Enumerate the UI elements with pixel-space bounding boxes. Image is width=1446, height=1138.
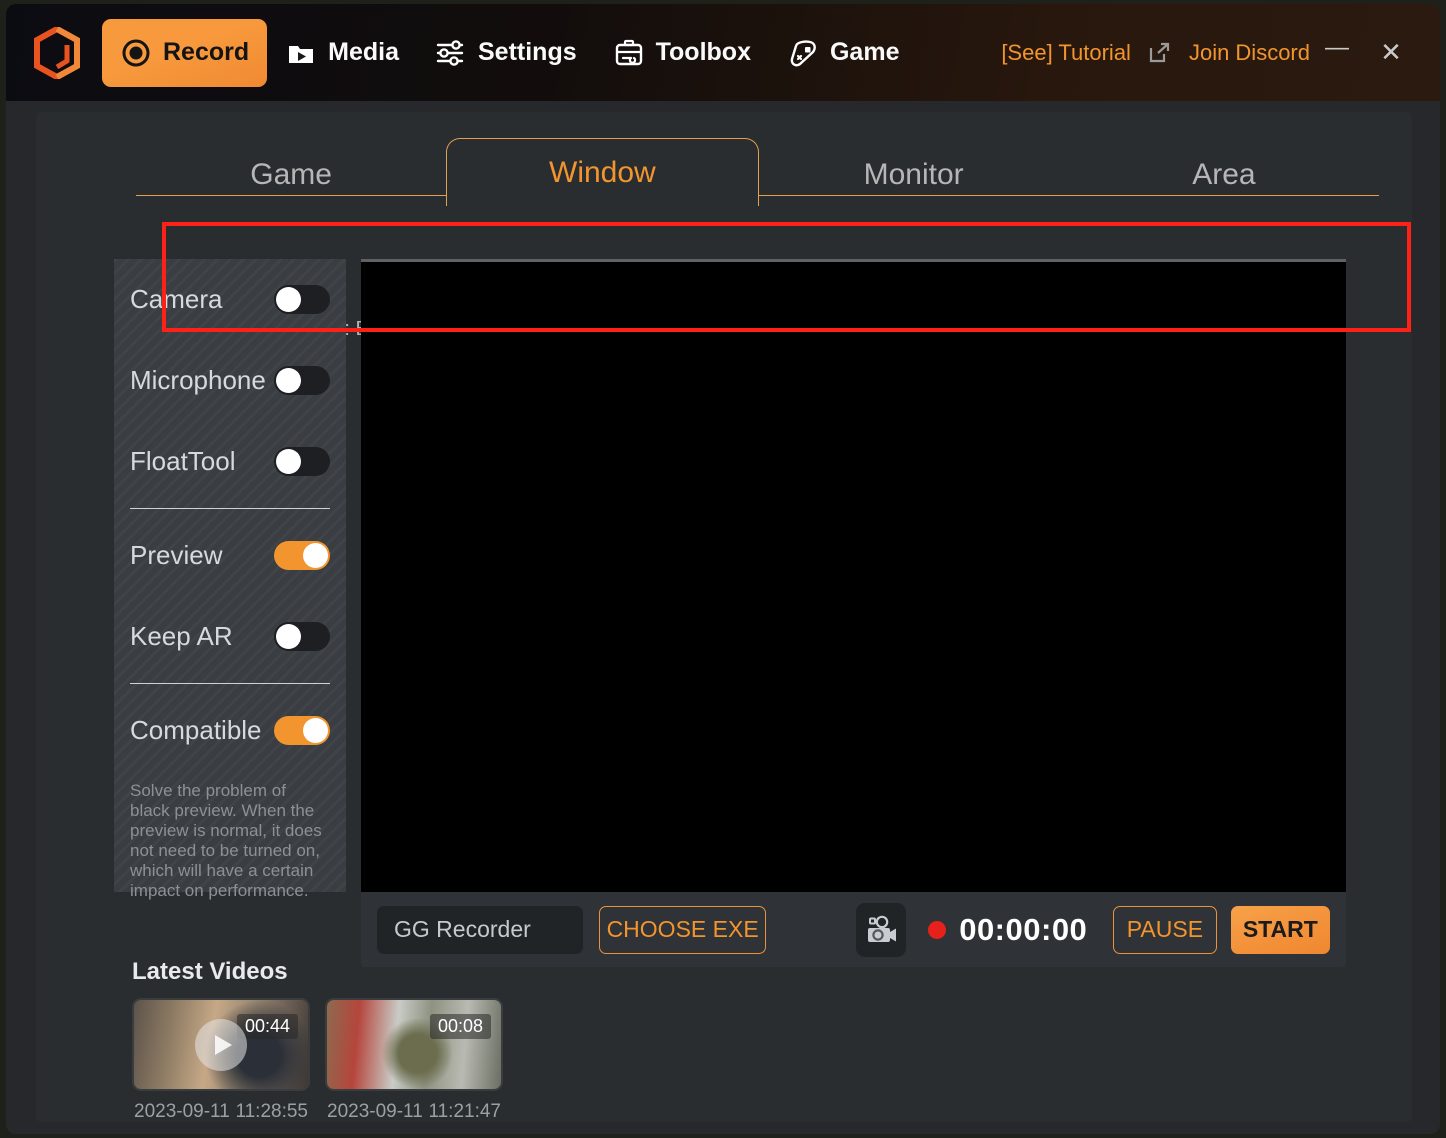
toggle-row-compatible: Compatible — [130, 690, 330, 771]
toggle-compatible[interactable] — [274, 716, 330, 745]
choose-exe-button[interactable]: CHOOSE EXE — [599, 906, 767, 954]
compatible-hint: Solve the problem of black preview. When… — [130, 771, 330, 901]
tab-label-monitor: Monitor — [864, 158, 964, 192]
toggle-knob — [276, 624, 301, 649]
toggle-label-camera: Camera — [130, 284, 222, 315]
nav-label-record: Record — [163, 38, 249, 67]
toggle-camera[interactable] — [274, 285, 330, 314]
tab-label-window: Window — [549, 156, 656, 190]
divider — [130, 683, 330, 684]
discord-link[interactable]: Join Discord — [1189, 40, 1310, 66]
options-sidebar: Camera Microphone FloatTool Preview — [114, 259, 346, 892]
video-thumbnail[interactable]: 00:44 — [132, 998, 310, 1091]
tab-window[interactable]: Window — [446, 138, 758, 206]
nav-label-game: Game — [830, 38, 899, 67]
nav-item-toolbox[interactable]: Toolbox — [595, 19, 769, 87]
video-camera-icon[interactable] — [856, 903, 906, 957]
tab-label-area: Area — [1192, 158, 1255, 192]
toggle-knob — [276, 449, 301, 474]
minimize-button[interactable]: — — [1310, 34, 1364, 72]
video-card[interactable]: 00:08 2023-09-11 11:21:47 — [325, 998, 503, 1123]
window-controls-group: [See] Tutorial Join Discord — ✕ — [1001, 34, 1440, 72]
toggle-label-compatible: Compatible — [130, 715, 262, 746]
toggle-preview[interactable] — [274, 541, 330, 570]
tutorial-link[interactable]: [See] Tutorial — [1001, 40, 1131, 66]
content-panel: Game Window Monitor Area Intro: Be sure … — [36, 112, 1412, 1122]
body-area: Game Window Monitor Area Intro: Be sure … — [6, 101, 1440, 1134]
nav-item-media[interactable]: Media — [267, 19, 417, 87]
video-time: 11:28:55 — [235, 1101, 308, 1123]
toggle-row-floattool: FloatTool — [130, 421, 330, 502]
sliders-icon — [435, 37, 467, 69]
video-duration: 00:08 — [430, 1014, 491, 1039]
main-nav: Record Media — [102, 19, 917, 87]
latest-videos-title: Latest Videos — [132, 958, 288, 986]
toggle-label-floattool: FloatTool — [130, 446, 236, 477]
gamepad-icon — [787, 37, 819, 69]
video-duration: 00:44 — [237, 1014, 298, 1039]
tab-label-game: Game — [250, 158, 332, 192]
toggle-label-microphone: Microphone — [130, 365, 266, 396]
preview-area[interactable] — [361, 259, 1346, 892]
nav-label-media: Media — [328, 38, 399, 67]
divider — [130, 508, 330, 509]
exe-name-field[interactable]: GG Recorder — [377, 906, 583, 954]
video-thumbnail[interactable]: 00:08 — [325, 998, 503, 1091]
video-date: 2023-09-11 — [134, 1101, 230, 1123]
recording-control-bar: GG Recorder CHOOSE EXE 00:00:00 PAUSE ST… — [361, 892, 1346, 967]
toggle-keep-ar[interactable] — [274, 622, 330, 651]
tab-monitor[interactable]: Monitor — [759, 144, 1069, 206]
toggle-label-preview: Preview — [130, 540, 222, 571]
toggle-row-camera: Camera — [130, 259, 330, 340]
app-window: Record Media — [6, 4, 1440, 1134]
toggle-label-keep-ar: Keep AR — [130, 621, 233, 652]
toggle-knob — [303, 718, 328, 743]
external-link-icon[interactable] — [1147, 41, 1171, 65]
video-date: 2023-09-11 — [327, 1101, 423, 1123]
recording-timer: 00:00:00 — [959, 912, 1087, 948]
tab-game[interactable]: Game — [136, 144, 446, 206]
media-folder-icon — [285, 37, 317, 69]
nav-item-settings[interactable]: Settings — [417, 19, 595, 87]
start-button[interactable]: START — [1231, 906, 1330, 954]
play-icon[interactable] — [195, 1019, 247, 1071]
nav-label-settings: Settings — [478, 38, 577, 67]
record-circle-icon — [120, 37, 152, 69]
gg-hexagon-logo — [34, 27, 80, 79]
nav-label-toolbox: Toolbox — [656, 38, 751, 67]
toggle-knob — [276, 287, 301, 312]
toggle-microphone[interactable] — [274, 366, 330, 395]
latest-videos-list: 00:44 2023-09-11 11:28:55 00:08 2023-09-… — [132, 998, 503, 1123]
title-bar: Record Media — [6, 4, 1440, 101]
video-card[interactable]: 00:44 2023-09-11 11:28:55 — [132, 998, 310, 1123]
video-meta: 2023-09-11 11:21:47 — [325, 1101, 503, 1123]
tab-area[interactable]: Area — [1069, 144, 1379, 206]
toggle-row-microphone: Microphone — [130, 340, 330, 421]
toggle-floattool[interactable] — [274, 447, 330, 476]
toggle-knob — [303, 543, 328, 568]
close-button[interactable]: ✕ — [1364, 37, 1418, 68]
pause-button[interactable]: PAUSE — [1113, 906, 1216, 954]
video-meta: 2023-09-11 11:28:55 — [132, 1101, 310, 1123]
toolbox-icon — [613, 37, 645, 69]
nav-item-record[interactable]: Record — [102, 19, 267, 87]
play-triangle — [215, 1035, 232, 1055]
toggle-row-keep-ar: Keep AR — [130, 596, 330, 677]
video-time: 11:21:47 — [428, 1101, 501, 1123]
toggle-knob — [276, 368, 301, 393]
recording-indicator-dot — [928, 921, 946, 939]
toggle-row-preview: Preview — [130, 515, 330, 596]
nav-item-game[interactable]: Game — [769, 19, 917, 87]
